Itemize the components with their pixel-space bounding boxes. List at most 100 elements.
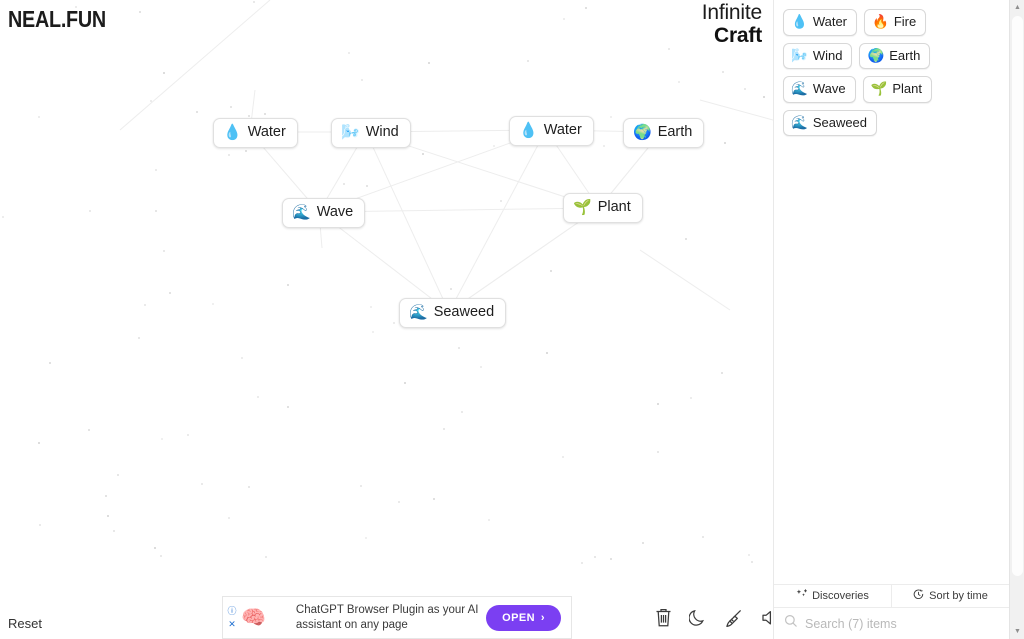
element-chip-water[interactable]: 💧 Water bbox=[783, 9, 858, 36]
dust-particle bbox=[422, 152, 425, 155]
element-chip-label: Wind bbox=[812, 47, 843, 63]
moon-icon[interactable] bbox=[688, 607, 708, 633]
dust-particle bbox=[404, 381, 407, 384]
dust-particle bbox=[227, 516, 230, 519]
fire-icon: 🔥 bbox=[872, 14, 889, 30]
dust-particle bbox=[359, 484, 362, 487]
page-title: Infinite Craft bbox=[702, 2, 762, 46]
browser-scrollbar[interactable]: ▲ ▼ bbox=[1009, 0, 1024, 639]
scrollbar-thumb[interactable] bbox=[1012, 16, 1023, 576]
earth-icon: 🌍 bbox=[633, 123, 652, 141]
element-chip-label: Water bbox=[812, 14, 848, 29]
dust-particle bbox=[657, 450, 660, 453]
ad-open-label: OPEN bbox=[502, 611, 535, 624]
clock-icon bbox=[913, 589, 924, 603]
ad-open-button[interactable]: OPEN › bbox=[486, 604, 561, 631]
sidebar-tabs: Discoveries Sort by time bbox=[774, 584, 1009, 608]
sparkle-icon bbox=[796, 589, 807, 603]
dust-particle bbox=[667, 47, 670, 50]
water-icon: 💧 bbox=[791, 14, 808, 30]
element-chip-plant[interactable]: 🌱 Plant bbox=[862, 76, 933, 103]
canvas-node-label: Wave bbox=[316, 204, 354, 220]
dust-particle bbox=[449, 287, 452, 290]
canvas-node-label: Seaweed bbox=[433, 304, 495, 320]
tab-sort-by-time-label: Sort by time bbox=[929, 590, 988, 602]
reset-button[interactable]: Reset bbox=[8, 616, 42, 631]
dust-particle bbox=[154, 169, 157, 172]
element-chip-seaweed[interactable]: 🌊 Seaweed bbox=[783, 109, 878, 137]
dust-particle bbox=[723, 142, 726, 145]
infinite-craft-app: 💧 Water 🌬️ Wind 💧 Water 🌍 Earth 🌊 Wave 🌱 Plant 🌊 Seaw… bbox=[0, 0, 1024, 639]
ad-controls: ⓘ ✕ bbox=[223, 597, 239, 638]
canvas-node-label: Wind bbox=[365, 124, 399, 140]
seaweed-icon: 🌊 bbox=[791, 114, 808, 130]
wave-icon: 🌊 bbox=[791, 81, 808, 97]
dust-particle bbox=[195, 110, 198, 113]
tab-sort-by-time[interactable]: Sort by time bbox=[892, 585, 1009, 607]
element-chip-fire[interactable]: 🔥 Fire bbox=[864, 9, 927, 36]
search-icon bbox=[784, 614, 798, 633]
element-chip-wave[interactable]: 🌊 Wave bbox=[783, 76, 856, 103]
ad-close-icon[interactable]: ✕ bbox=[228, 619, 236, 629]
search-input[interactable] bbox=[805, 616, 999, 631]
canvas-node-wave[interactable]: 🌊 Wave bbox=[282, 198, 366, 228]
brain-icon: 🧠 bbox=[241, 606, 266, 629]
neal-fun-logo[interactable]: NEAL.FUN bbox=[8, 6, 106, 33]
element-chip-earth[interactable]: 🌍 Earth bbox=[859, 42, 931, 70]
title-line-2: Craft bbox=[713, 24, 762, 47]
element-chip-label: Wave bbox=[812, 81, 846, 97]
canvas-node-water[interactable]: 💧 Water bbox=[213, 118, 298, 148]
seaweed-icon: 🌊 bbox=[409, 303, 428, 321]
dust-particle bbox=[562, 17, 565, 20]
element-chip-wind[interactable]: 🌬️ Wind bbox=[783, 42, 853, 70]
chevron-right-icon: › bbox=[540, 611, 545, 624]
dust-particle bbox=[248, 485, 251, 488]
ad-info-icon[interactable]: ⓘ bbox=[227, 606, 236, 616]
dust-particle bbox=[343, 182, 346, 185]
search-row bbox=[774, 608, 1009, 639]
dust-particle bbox=[585, 6, 588, 9]
elements-sidebar: 💧 Water 🔥 Fire 🌬️ Wind 🌍 Earth 🌊 Wave 🌱 Plant 🌊 Seawe… bbox=[773, 0, 1009, 639]
broom-icon[interactable] bbox=[724, 607, 744, 633]
discovered-elements-list: 💧 Water 🔥 Fire 🌬️ Wind 🌍 Earth 🌊 Wave 🌱 Plant 🌊 Seawe… bbox=[774, 0, 1009, 584]
dust-particle bbox=[138, 336, 141, 339]
scroll-down-arrow[interactable]: ▼ bbox=[1010, 624, 1024, 639]
wave-icon: 🌊 bbox=[292, 203, 311, 221]
dust-particle bbox=[88, 209, 91, 212]
canvas-node-water[interactable]: 💧 Water bbox=[509, 116, 594, 146]
dust-particle bbox=[684, 237, 687, 240]
plant-icon: 🌱 bbox=[573, 198, 592, 216]
trash-icon[interactable] bbox=[654, 607, 673, 633]
earth-icon: 🌍 bbox=[867, 47, 885, 63]
dust-particle bbox=[720, 372, 723, 374]
dust-particle bbox=[427, 61, 430, 64]
tab-discoveries[interactable]: Discoveries bbox=[774, 585, 892, 607]
dust-particle bbox=[603, 144, 606, 147]
canvas-node-plant[interactable]: 🌱 Plant bbox=[563, 193, 643, 223]
dust-particle bbox=[264, 555, 267, 558]
dust-particle bbox=[593, 556, 596, 558]
scroll-up-arrow[interactable]: ▲ bbox=[1010, 0, 1024, 15]
crafting-canvas[interactable]: 💧 Water 🌬️ Wind 💧 Water 🌍 Earth 🌊 Wave 🌱 Plant 🌊 Seaw… bbox=[0, 0, 773, 639]
plant-icon: 🌱 bbox=[870, 81, 888, 97]
dust-particle bbox=[442, 427, 445, 430]
canvas-node-label: Plant bbox=[597, 199, 631, 215]
water-icon: 💧 bbox=[223, 123, 242, 141]
element-chip-label: Seaweed bbox=[812, 114, 868, 130]
tab-discoveries-label: Discoveries bbox=[812, 590, 869, 602]
canvas-node-seaweed[interactable]: 🌊 Seaweed bbox=[399, 298, 507, 328]
ad-banner[interactable]: ⓘ ✕ 🧠 ChatGPT Browser Plugin as your AI … bbox=[222, 596, 572, 639]
dust-particle bbox=[160, 437, 163, 440]
dust-particle bbox=[743, 88, 746, 91]
dust-particle bbox=[211, 302, 214, 305]
canvas-node-earth[interactable]: 🌍 Earth bbox=[623, 118, 705, 148]
water-icon: 💧 bbox=[519, 121, 538, 139]
element-chip-label: Fire bbox=[893, 14, 917, 29]
canvas-node-label: Earth bbox=[657, 124, 693, 140]
title-line-1: Infinite bbox=[701, 1, 762, 24]
dust-particle bbox=[228, 153, 231, 156]
wind-icon: 🌬️ bbox=[791, 47, 808, 63]
element-chip-label: Plant bbox=[892, 81, 923, 97]
canvas-node-wind[interactable]: 🌬️ Wind bbox=[331, 118, 411, 148]
dust-particle bbox=[187, 434, 189, 437]
